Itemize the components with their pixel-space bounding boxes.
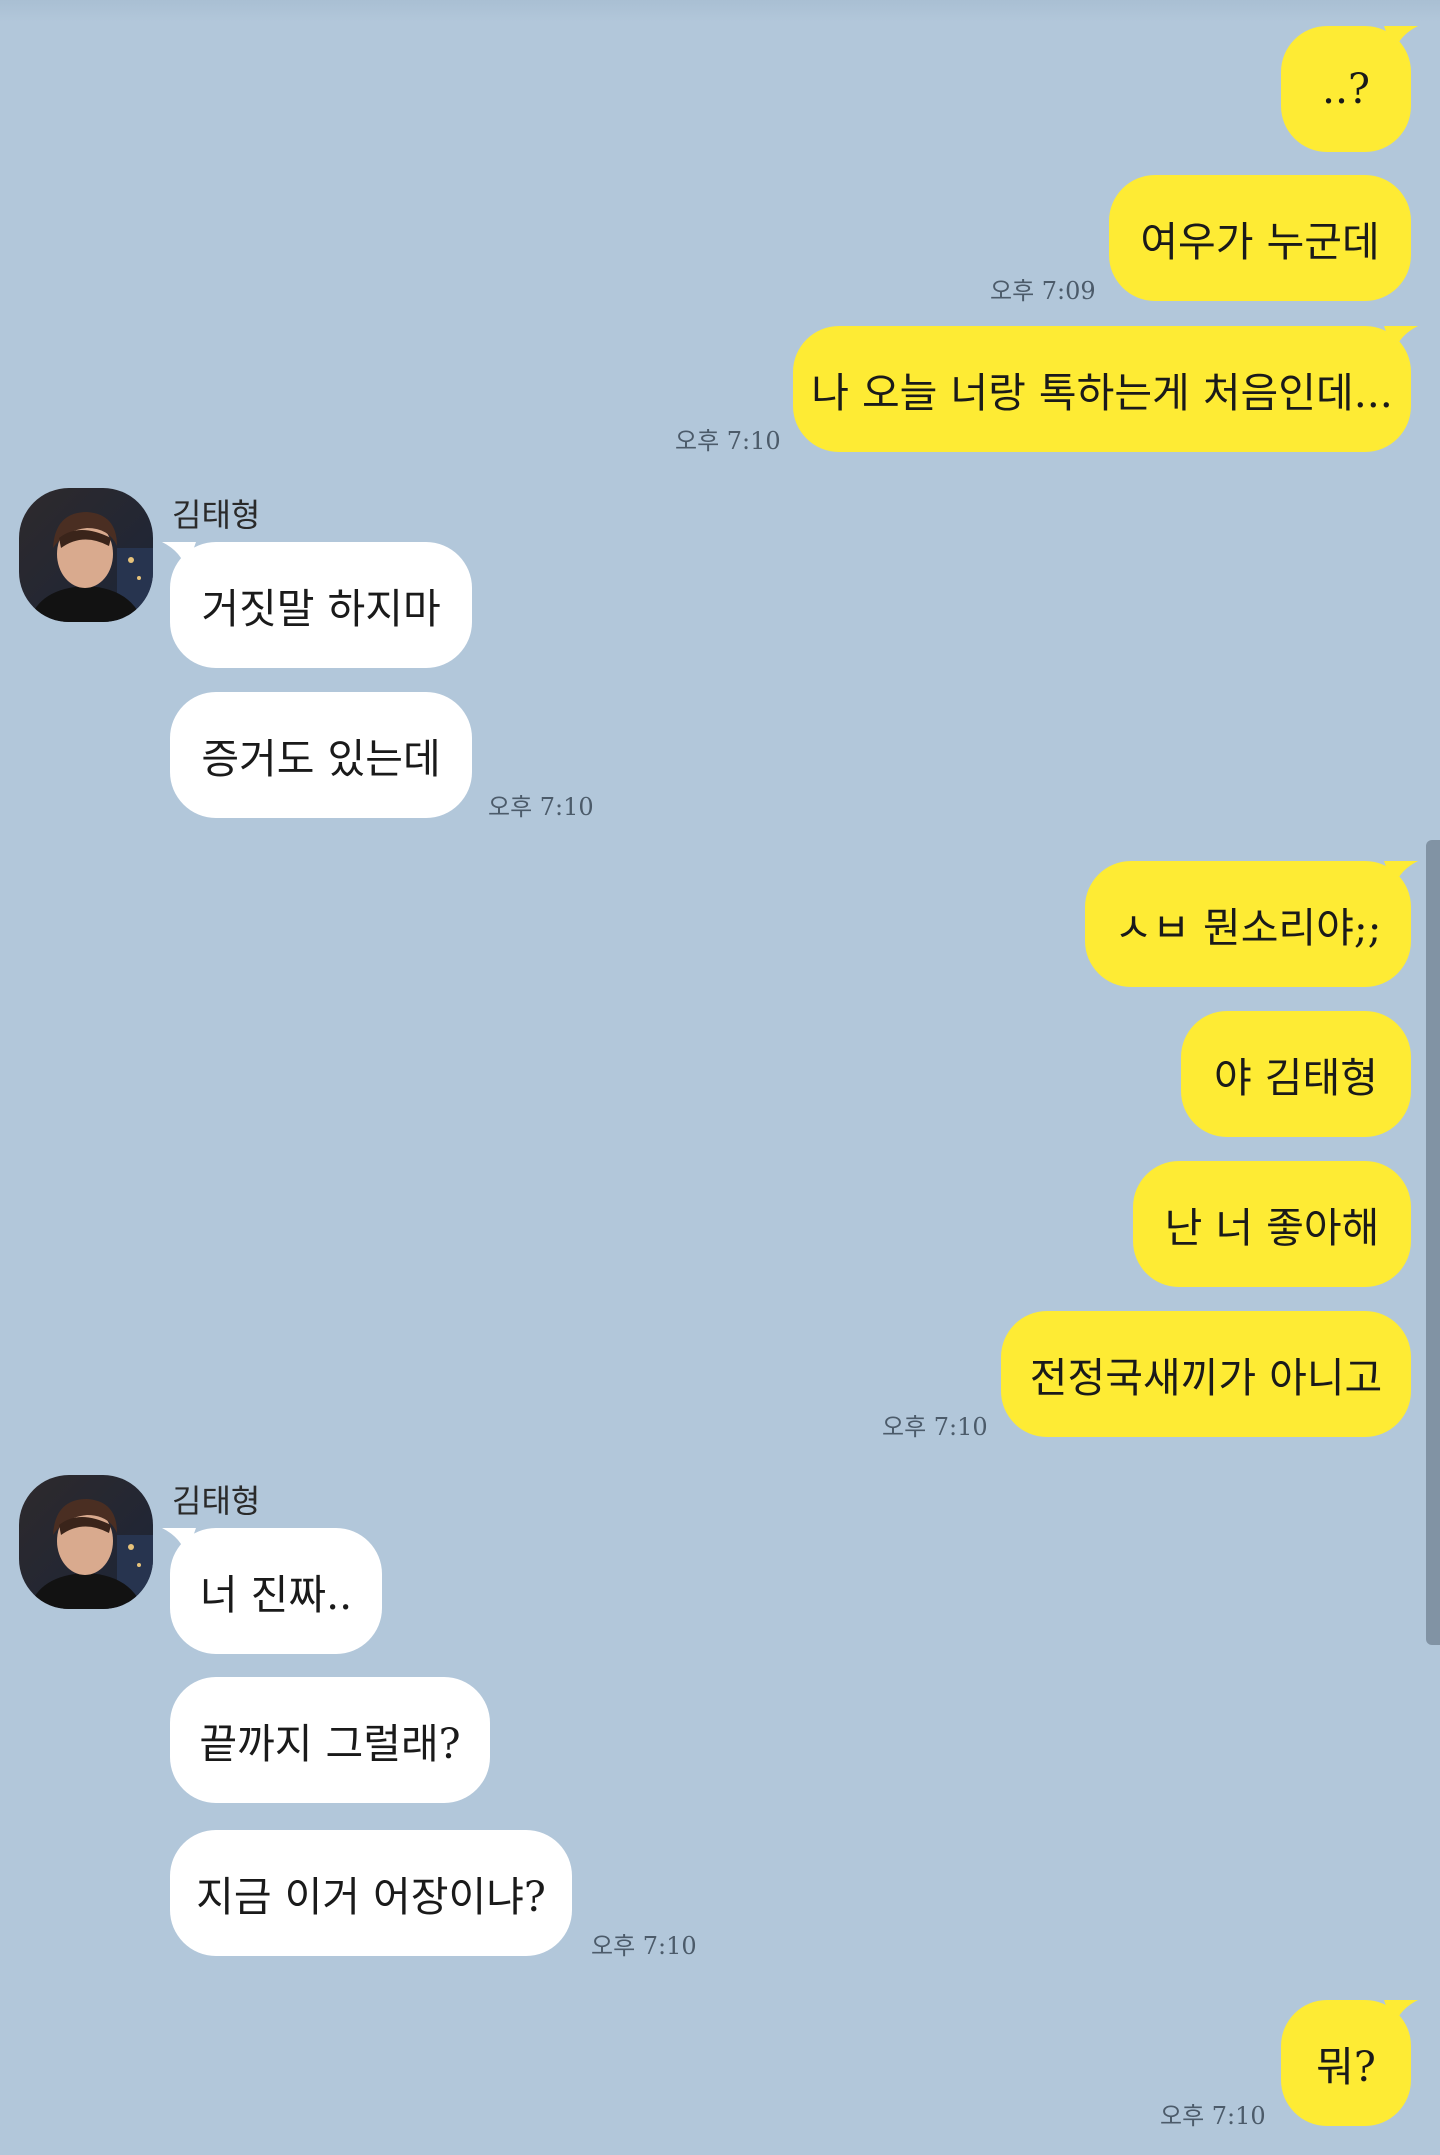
message-timestamp: 오후 7:10 [1160,2102,1266,2130]
bubble-tail-right [1384,2000,1418,2028]
bubble-tail-right [1384,326,1418,354]
bubble-tail-right [1384,26,1418,54]
their-message-bubble[interactable]: 증거도 있는데 [170,692,472,818]
scrollbar-thumb[interactable] [1426,840,1440,1645]
their-message-bubble[interactable]: 거짓말 하지마 [170,542,472,668]
message-text: 나 오늘 너랑 톡하는게 처음인데... [811,369,1393,417]
message-timestamp: 오후 7:10 [882,1413,988,1441]
message-text: 지금 이거 어장이냐? [196,1873,546,1921]
bubble-tail-left [162,1528,196,1556]
my-message-bubble[interactable]: 나 오늘 너랑 톡하는게 처음인데... [793,326,1411,452]
chat-area[interactable]: ..? 여우가 누군데 오후 7:09 나 오늘 너랑 톡하는게 처음인데...… [0,0,1440,2155]
their-message-bubble[interactable]: 너 진짜.. [170,1528,382,1654]
message-text: 끝까지 그럴래? [199,1720,461,1768]
bubble-tail-right [1384,861,1418,889]
message-text: ..? [1321,65,1371,113]
message-timestamp: 오후 7:10 [488,793,594,821]
profile-photo [19,1475,153,1609]
contact-name: 김태형 [172,1482,261,1520]
message-timestamp: 오후 7:10 [591,1932,697,1960]
top-shade [0,0,1440,22]
my-message-bubble[interactable]: ㅅㅂ 뭔소리야;; [1085,861,1411,987]
profile-photo [19,488,153,622]
message-timestamp: 오후 7:10 [675,427,781,455]
contact-name: 김태형 [172,496,261,534]
my-message-bubble[interactable]: 전정국새끼가 아니고 [1001,1311,1411,1437]
my-message-bubble[interactable]: 야 김태형 [1181,1011,1411,1137]
message-text: 뭐? [1316,2043,1376,2091]
message-timestamp: 오후 7:09 [990,277,1096,305]
their-message-bubble[interactable]: 지금 이거 어장이냐? [170,1830,572,1956]
message-text: 전정국새끼가 아니고 [1029,1354,1383,1402]
message-text: 야 김태형 [1214,1054,1378,1102]
my-message-bubble[interactable]: 여우가 누군데 [1109,175,1411,301]
message-text: ㅅㅂ 뭔소리야;; [1114,904,1382,952]
message-text: 너 진짜.. [199,1571,353,1619]
message-text: 거짓말 하지마 [201,585,441,633]
my-message-bubble[interactable]: 난 너 좋아해 [1133,1161,1411,1287]
their-message-bubble[interactable]: 끝까지 그럴래? [170,1677,490,1803]
contact-avatar[interactable] [19,1475,153,1609]
message-text: 여우가 누군데 [1140,218,1380,266]
bubble-tail-left [162,542,196,570]
message-text: 난 너 좋아해 [1164,1204,1380,1252]
contact-avatar[interactable] [19,488,153,622]
message-text: 증거도 있는데 [201,735,441,783]
